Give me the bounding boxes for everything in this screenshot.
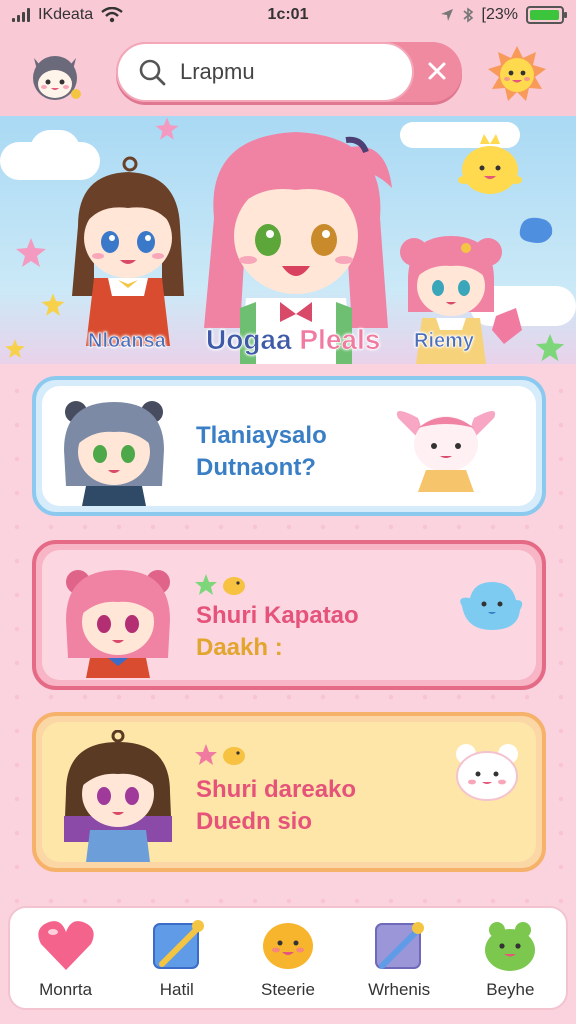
signal-icon	[12, 8, 30, 22]
star-bird-decoration-icon	[195, 744, 245, 765]
search-field[interactable]	[116, 42, 414, 102]
blue-bird-sticker-icon	[460, 582, 523, 630]
right-character-name: Riemy	[414, 330, 475, 353]
wand-book-icon	[152, 920, 204, 969]
star-icon	[41, 293, 65, 316]
card-title: Shuri dareako	[196, 776, 357, 803]
nav-item-beyhe[interactable]: Beyhe	[460, 916, 560, 1000]
close-icon	[428, 62, 446, 80]
clear-search-button[interactable]	[420, 54, 454, 88]
nav-item-wrhenis[interactable]: Wrhenis	[349, 916, 449, 1000]
card-subtitle: Duedn sio	[196, 808, 313, 835]
star-icon	[155, 117, 179, 140]
card-title: Shuri Kapatao	[196, 602, 359, 629]
pink-bunny-sticker-icon	[396, 411, 496, 492]
nav-label: Hatil	[159, 980, 194, 999]
featured-title-part-a: Uogaa	[206, 324, 292, 356]
sun-sticker-icon	[458, 134, 522, 194]
battery-percent: [23%	[481, 6, 518, 23]
green-frog-icon	[485, 922, 536, 971]
smiley-blob-icon	[262, 923, 313, 969]
character-avatar-brown-hair	[64, 730, 172, 862]
header	[0, 30, 576, 116]
pink-gem-icon	[492, 308, 522, 344]
wand-icon	[375, 922, 425, 969]
nav-label: Monrta	[39, 980, 93, 999]
clock: 1c:01	[267, 6, 309, 23]
featured-title-part-b: Pleals	[299, 324, 381, 356]
star-icon	[5, 339, 25, 359]
cat-mascot-icon[interactable]	[24, 44, 86, 106]
search-bar	[116, 42, 462, 102]
search-input[interactable]	[180, 59, 380, 85]
card-title: Tlaniaysalo	[196, 422, 327, 449]
wifi-icon	[101, 7, 123, 23]
character-avatar-pink-hair	[66, 570, 170, 678]
character-card[interactable]: Shuri Kapatao Daakh :	[32, 540, 546, 690]
character-avatar-gray-hair	[64, 401, 164, 506]
character-card[interactable]: Tlaniaysalo Dutnaont?	[32, 376, 546, 516]
nav-item-steerie[interactable]: Steerie	[238, 916, 338, 1000]
star-icon	[535, 333, 565, 362]
white-bunny-sticker-icon	[456, 744, 518, 801]
nav-label: Steerie	[261, 980, 315, 999]
bottom-navigation: Monrta Hatil Steerie Wrhenis Beyhe	[8, 906, 568, 1010]
featured-title: Uogaa Pleals	[206, 324, 381, 356]
star-bird-decoration-icon	[195, 574, 245, 595]
nav-item-monrta[interactable]: Monrta	[16, 916, 116, 1000]
carrier-name: IKdeata	[38, 6, 94, 23]
star-icon	[16, 238, 46, 267]
card-subtitle: Dutnaont?	[196, 454, 316, 481]
search-icon	[139, 59, 166, 86]
character-left-girl	[72, 156, 184, 346]
left-character-name: Nloansa	[88, 330, 166, 353]
bluetooth-icon	[463, 7, 473, 23]
battery-level	[530, 10, 559, 20]
featured-banner[interactable]: Nloansa Uogaa Pleals Riemy	[0, 116, 576, 364]
blue-gem-icon	[519, 217, 553, 243]
location-icon	[440, 9, 453, 21]
status-bar: IKdeata 1c:01 [23%	[0, 0, 576, 30]
nav-item-hatil[interactable]: Hatil	[127, 916, 227, 1000]
battery-icon	[526, 6, 567, 24]
card-subtitle: Daakh :	[196, 634, 283, 661]
nav-label: Wrhenis	[368, 980, 431, 999]
character-card[interactable]: Shuri dareako Duedn sio	[32, 712, 546, 872]
nav-label: Beyhe	[486, 980, 535, 999]
heart-icon	[37, 921, 94, 970]
sun-mascot-icon[interactable]	[486, 44, 548, 106]
